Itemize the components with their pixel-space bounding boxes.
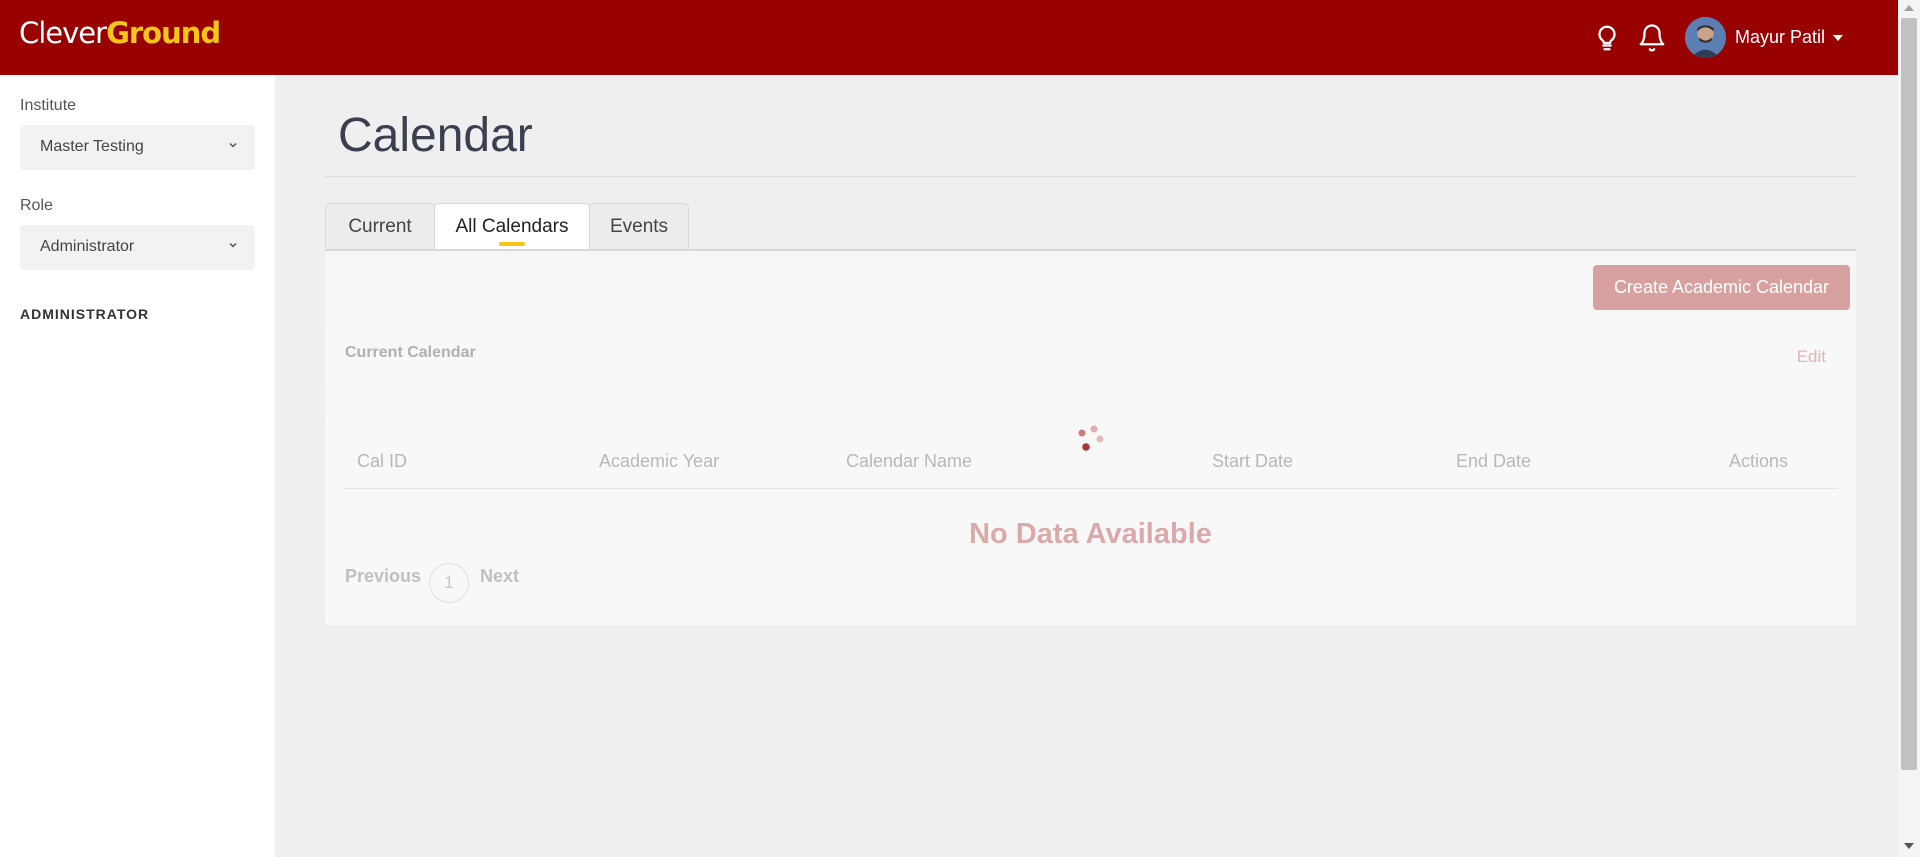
role-select-value: Administrator [40,238,135,255]
table-header-divider [343,488,1838,489]
user-menu-name[interactable]: Mayur Patil [1735,27,1825,48]
tab-current[interactable]: Current [325,203,435,250]
pagination-page[interactable]: 1 [429,563,469,603]
logo-text-ground: Ground [106,16,221,50]
role-label: Role [20,197,53,214]
top-navbar: CleverGround Mayur Patil [0,0,1898,75]
column-header-actions: Actions [1729,451,1789,471]
pagination-previous[interactable]: Previous [345,566,421,587]
column-header-academic-year[interactable]: Academic Year [599,451,719,472]
tab-all-calendars[interactable]: All Calendars [434,203,590,250]
institute-select-value: Master Testing [40,138,144,155]
scroll-down-arrow-icon[interactable] [1904,843,1914,849]
edit-button[interactable]: Edit [1797,347,1826,367]
current-calendar-title: Current Calendar [345,344,476,361]
column-header-cal-id[interactable]: Cal ID [357,451,407,472]
page-title: Calendar [338,109,533,162]
role-select[interactable]: Administrator [20,225,255,270]
lightbulb-icon[interactable] [1592,22,1622,54]
logo-text-clever: Clever [19,16,107,50]
chevron-down-icon [229,242,237,248]
caret-down-icon[interactable] [1833,35,1843,41]
bell-icon[interactable] [1637,22,1667,54]
empty-state-message: No Data Available [969,518,1212,550]
chevron-down-icon [229,142,237,148]
column-header-calendar-name[interactable]: Calendar Name [846,451,972,472]
pagination-next[interactable]: Next [480,566,519,587]
app-logo[interactable]: CleverGround [19,16,221,50]
column-header-start-date[interactable]: Start Date [1212,451,1293,472]
institute-select[interactable]: Master Testing [20,125,255,170]
tab-events[interactable]: Events [589,203,689,250]
column-header-end-date[interactable]: End Date [1456,451,1531,472]
sidebar-section-administrator: ADMINISTRATOR [20,306,150,322]
active-tab-indicator [499,242,525,246]
avatar[interactable] [1685,17,1726,58]
tab-label: All Calendars [455,216,569,237]
scroll-up-arrow-icon[interactable] [1904,5,1914,11]
tab-label: Events [609,216,669,237]
create-academic-calendar-button[interactable]: Create Academic Calendar [1593,265,1850,310]
loading-spinner-icon [1078,425,1104,451]
current-calendar-card: Current Calendar Edit [325,322,1856,390]
divider [325,176,1856,177]
tab-label: Current [348,216,412,237]
institute-label: Institute [20,97,77,114]
sidebar: Institute Master Testing Role Administra… [0,75,275,857]
scrollbar-thumb[interactable] [1901,18,1917,770]
